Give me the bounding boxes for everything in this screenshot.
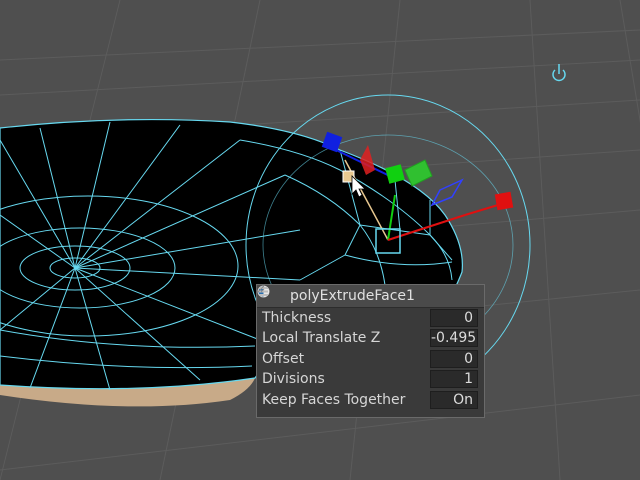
attr-label: Divisions	[262, 371, 325, 388]
attr-row-local-translate-z[interactable]: Local Translate Z -0.495	[257, 328, 484, 348]
attr-row-thickness[interactable]: Thickness 0	[257, 308, 484, 328]
attr-value-field[interactable]: 0	[430, 309, 478, 327]
attr-label: Keep Faces Together	[262, 391, 406, 408]
attr-row-offset[interactable]: Offset 0	[257, 349, 484, 369]
attr-label: Offset	[262, 350, 305, 367]
attr-value-field[interactable]: On	[430, 390, 478, 409]
attr-value-field[interactable]: -0.495	[430, 329, 478, 348]
attr-label: Local Translate Z	[262, 330, 381, 347]
panel-title: polyExtrudeFace1	[290, 288, 415, 304]
panel-header[interactable]: polyExtrudeFace1	[257, 285, 484, 308]
3d-viewport[interactable]: polyExtrudeFace1 Thickness 0 Local Trans…	[0, 0, 640, 480]
translate-x-handle[interactable]	[494, 191, 514, 211]
attr-label: Thickness	[262, 310, 332, 326]
in-view-editor-panel[interactable]: polyExtrudeFace1 Thickness 0 Local Trans…	[256, 284, 485, 418]
plane-xz-handle[interactable]	[404, 159, 433, 187]
attr-value-field[interactable]: 0	[430, 349, 478, 368]
attr-value-field[interactable]: 1	[430, 370, 478, 389]
resize-grip-icon[interactable]	[257, 285, 265, 293]
power-symbol-icon[interactable]	[552, 64, 566, 82]
plane-yz-handle[interactable]	[430, 178, 464, 207]
attr-row-divisions[interactable]: Divisions 1	[257, 369, 484, 389]
attr-row-keep-faces-together[interactable]: Keep Faces Together On	[257, 390, 484, 410]
